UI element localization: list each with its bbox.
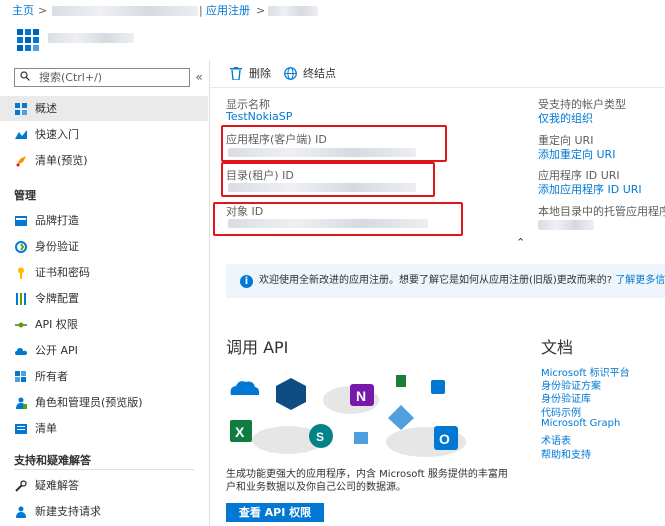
svg-text:N: N	[356, 388, 366, 404]
sidebar-item-label: 疑难解答	[35, 479, 79, 492]
collapse-sidebar-button[interactable]: «	[193, 68, 205, 86]
sidebar-item-label: 快速入门	[35, 128, 79, 141]
redirect-uri-value[interactable]: 添加重定向 URI	[538, 146, 615, 162]
sidebar-item-label: 令牌配置	[35, 292, 79, 305]
call-api-description: 生成功能更强大的应用程序，内含 Microsoft 服务提供的丰富用户和业务数据…	[226, 469, 508, 493]
owners-icon	[15, 371, 26, 382]
delete-label: 删除	[249, 67, 271, 80]
sidebar-item-token-configuration[interactable]: 令牌配置	[0, 286, 208, 311]
info-message: 欢迎使用全新改进的应用注册。想要了解它是如何从应用注册(旧版)更改而来的?	[259, 275, 613, 286]
sidebar-item-api-permissions[interactable]: API 权限	[0, 312, 208, 337]
breadcrumb-separator: >	[38, 4, 48, 17]
sidebar-item-branding[interactable]: 品牌打造	[0, 208, 208, 233]
app-id-uri-value[interactable]: 添加应用程序 ID URI	[538, 181, 642, 197]
rocket-icon	[16, 156, 26, 167]
sidebar-item-expose-api[interactable]: 公开 API	[0, 338, 208, 363]
overview-icon	[15, 103, 27, 115]
sidebar-item-label: 所有者	[35, 370, 68, 383]
sidebar-section-support: 支持和疑难解答	[14, 454, 91, 467]
sidebar-item-label: 公开 API	[35, 344, 78, 357]
microsoft-services-illustration: N X S O	[230, 375, 466, 457]
client-id-highlight	[221, 125, 447, 162]
info-banner-text: 欢迎使用全新改进的应用注册。想要了解它是如何从应用注册(旧版)更改而来的? 了解…	[259, 264, 665, 298]
collapse-essentials-button[interactable]: ⌃	[516, 236, 525, 249]
azure-devops-icon	[276, 378, 306, 410]
trash-icon	[230, 67, 242, 80]
branding-icon	[15, 216, 27, 226]
sidebar-item-owners[interactable]: 所有者	[0, 364, 208, 389]
breadcrumb: 主页 > | 应用注册 >	[0, 0, 665, 22]
app-registration-icon	[17, 29, 39, 51]
search-placeholder: 搜索(Ctrl+/)	[39, 71, 103, 84]
token-config-icon	[16, 293, 26, 305]
sidebar-item-certificates-secrets[interactable]: 证书和密码	[0, 260, 208, 285]
doc-link-code-samples[interactable]: 代码示例	[541, 404, 581, 419]
sidebar-item-label: 身份验证	[35, 240, 79, 253]
call-api-heading: 调用 API	[226, 338, 289, 357]
breadcrumb-app-registrations[interactable]: 应用注册	[206, 0, 250, 22]
breadcrumb-home[interactable]: 主页	[12, 0, 34, 22]
tenant-id-highlight	[221, 162, 435, 197]
display-name-value[interactable]: TestNokiaSP	[226, 110, 292, 123]
sidebar-item-quickstart[interactable]: 快速入门	[0, 122, 208, 147]
roles-icon	[16, 397, 27, 409]
endpoints-label: 终结点	[303, 67, 336, 80]
support-person-icon	[16, 506, 26, 518]
manifest-icon	[15, 424, 27, 434]
sidebar-item-label: 清单	[35, 422, 57, 435]
key-icon	[18, 267, 24, 279]
sidebar-item-label: 清单(预览)	[35, 154, 88, 167]
sidebar: 搜索(Ctrl+/) « 概述 快速入门 清单(预览) 管理 品牌打造 身份验证…	[0, 60, 210, 526]
command-bar: 删除 终结点	[210, 60, 665, 88]
sidebar-item-manifest[interactable]: 清单	[0, 416, 208, 441]
sidebar-item-label: 概述	[35, 102, 57, 115]
svg-text:S: S	[316, 430, 324, 444]
breadcrumb-separator: >	[256, 4, 266, 17]
account-types-value[interactable]: 仅我的组织	[538, 110, 593, 126]
doc-link-glossary[interactable]: 术语表	[541, 432, 571, 447]
breadcrumb-directory-redacted[interactable]	[52, 6, 198, 16]
endpoints-button[interactable]: 终结点	[284, 60, 344, 87]
sidebar-item-overview[interactable]: 概述	[0, 96, 208, 121]
svg-text:X: X	[235, 424, 245, 440]
sidebar-section-manage: 管理	[14, 189, 36, 202]
wrench-icon	[15, 480, 27, 492]
sidebar-item-label: 证书和密码	[35, 266, 90, 279]
doc-link-microsoft-graph[interactable]: Microsoft Graph	[541, 418, 620, 429]
learn-more-link[interactable]: 了解更多信息	[615, 275, 665, 286]
sidebar-item-troubleshooting[interactable]: 疑难解答	[0, 473, 208, 498]
sidebar-item-label: 新建支持请求	[35, 505, 101, 518]
doc-link-auth-libraries[interactable]: 身份验证库	[541, 390, 591, 405]
sidebar-item-roles-admins[interactable]: 角色和管理员(预览版)	[0, 390, 208, 415]
quickstart-icon	[15, 130, 27, 139]
managed-app-label: 本地目录中的托管应用程序	[538, 205, 665, 218]
globe-icon	[284, 67, 297, 80]
object-id-highlight	[213, 202, 463, 236]
doc-link-help-support[interactable]: 帮助和支持	[541, 446, 591, 461]
search-input[interactable]: 搜索(Ctrl+/)	[14, 68, 190, 87]
breadcrumb-separator: |	[199, 4, 203, 17]
sidebar-item-label: API 权限	[35, 318, 78, 331]
authentication-icon	[15, 241, 27, 253]
search-icon	[20, 71, 30, 81]
managed-app-value-redacted[interactable]	[538, 220, 594, 230]
sidebar-item-authentication[interactable]: 身份验证	[0, 234, 208, 259]
app-title-redacted	[48, 33, 134, 43]
cloud-icon	[15, 348, 27, 355]
sidebar-item-checklist-preview[interactable]: 清单(预览)	[0, 148, 208, 173]
info-icon: i	[240, 275, 253, 288]
delete-button[interactable]: 删除	[230, 60, 282, 87]
info-banner: i 欢迎使用全新改进的应用注册。想要了解它是如何从应用注册(旧版)更改而来的? …	[226, 264, 665, 298]
documentation-heading: 文档	[541, 338, 574, 357]
api-permissions-icon	[15, 322, 27, 328]
view-api-permissions-button[interactable]: 查看 API 权限	[226, 503, 324, 522]
svg-text:O: O	[439, 431, 450, 447]
sidebar-item-new-support-request[interactable]: 新建支持请求	[0, 499, 208, 524]
sidebar-item-label: 角色和管理员(预览版)	[35, 396, 143, 409]
breadcrumb-app-redacted	[268, 6, 318, 16]
sidebar-divider	[14, 469, 194, 470]
sidebar-item-label: 品牌打造	[35, 214, 79, 227]
